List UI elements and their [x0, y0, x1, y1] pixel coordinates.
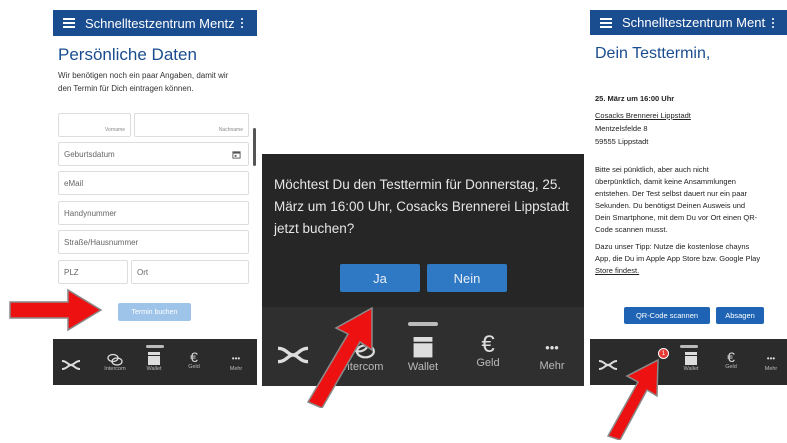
ort-placeholder: Ort: [137, 267, 149, 277]
tab-intercom-label: Intercom: [104, 366, 126, 372]
tab-wallet-label: Wallet: [683, 366, 699, 372]
euro-icon: €: [481, 331, 495, 358]
menu-icon[interactable]: [600, 17, 612, 28]
tab-geld-label: Geld: [476, 357, 500, 369]
euro-icon: €: [190, 349, 198, 365]
email-field[interactable]: eMail: [58, 171, 249, 195]
dialog-message: Möchtest Du den Testtermin für Donnersta…: [274, 177, 569, 236]
tip-line-3[interactable]: Store findest.: [595, 266, 639, 275]
intro-line-1: Wir benötigen noch ein paar Angaben, dam…: [58, 71, 229, 80]
more-horizontal-icon: •••: [231, 354, 241, 363]
more-horizontal-icon: •••: [766, 354, 776, 363]
tab-mehr-label: Mehr: [539, 360, 565, 372]
app-title: Schnelltestzentrum Mentz...: [85, 15, 235, 31]
wallet-icon: [148, 352, 160, 365]
tab-intercom[interactable]: Intercom: [97, 353, 133, 372]
tab-mehr[interactable]: ••• Mehr: [756, 354, 786, 373]
info-line-4: Sekunden. Du benötigst Deinen Ausweis un…: [595, 201, 746, 210]
chayns-logo-icon: [61, 360, 81, 370]
confirm-dialog: Möchtest Du den Testtermin für Donnersta…: [262, 154, 584, 307]
handynummer-field[interactable]: Handynummer: [58, 201, 249, 225]
nachname-field[interactable]: Nachname: [134, 113, 249, 137]
tip-line-1: Dazu unser Tipp: Nutze die kostenlose ch…: [595, 242, 750, 251]
arrow-up-right-icon: [606, 358, 659, 440]
vorname-label: Vorname: [104, 127, 125, 133]
more-horizontal-icon: •••: [545, 340, 559, 355]
absagen-button[interactable]: Absagen: [716, 307, 764, 324]
drag-handle[interactable]: [680, 345, 698, 348]
page-title: Dein Testtermin,: [595, 45, 711, 62]
ja-button[interactable]: Ja: [340, 264, 420, 292]
appointment-datetime: 25. März um 16:00 Uhr: [595, 94, 675, 103]
bottom-tab-bar: Intercom Wallet € Geld ••• Mehr: [53, 339, 257, 385]
arrow-up-right-icon: [306, 306, 373, 408]
qr-code-scannen-button[interactable]: QR-Code scannen: [624, 307, 710, 324]
info-line-2: überpünktlich, damit keine Ansammlungen: [595, 177, 736, 186]
scrollbar[interactable]: [253, 128, 256, 166]
app-title: Schnelltestzentrum Mentz...: [622, 15, 766, 30]
tab-wallet[interactable]: Wallet: [402, 337, 444, 373]
termin-buchen-button[interactable]: Termin buchen: [118, 303, 191, 321]
drag-handle[interactable]: [146, 345, 164, 348]
nachname-label: Nachname: [218, 127, 243, 133]
tab-mehr[interactable]: ••• Mehr: [221, 354, 251, 373]
location-link[interactable]: Cosacks Brennerei Lippstadt: [595, 111, 691, 120]
chat-bubbles-icon: [107, 353, 123, 366]
app-bar: Schnelltestzentrum Mentz...: [53, 10, 257, 36]
tab-home[interactable]: [59, 359, 83, 371]
tab-geld[interactable]: € Geld: [716, 350, 746, 370]
tip-line-2: App, die Du im Apple App Store bzw. Goog…: [595, 254, 761, 263]
strasse-field[interactable]: Straße/Hausnummer: [58, 230, 249, 254]
tab-geld[interactable]: € Geld: [468, 331, 508, 370]
info-line-1: Bitte sei pünktlich, aber auch nicht: [595, 165, 709, 174]
drag-handle[interactable]: [408, 322, 438, 326]
location-street: Mentzelsfelde 8: [595, 124, 648, 133]
screen-appointment: Schnelltestzentrum Mentz... Dein Testter…: [590, 10, 787, 385]
strasse-placeholder: Straße/Hausnummer: [64, 237, 139, 247]
tab-mehr[interactable]: ••• Mehr: [532, 341, 572, 372]
more-vertical-icon[interactable]: [766, 17, 780, 28]
app-bar: Schnelltestzentrum Mentz...: [590, 10, 787, 35]
tab-mehr-label: Mehr: [229, 366, 243, 372]
handynummer-placeholder: Handynummer: [64, 208, 117, 218]
calendar-icon[interactable]: [232, 150, 241, 159]
tab-mehr-label: Mehr: [764, 366, 778, 372]
tab-wallet[interactable]: Wallet: [676, 352, 706, 372]
arrow-right-icon: [9, 288, 103, 332]
intro-line-2: den Termin für Dich eintragen können.: [58, 84, 194, 93]
menu-icon[interactable]: [63, 18, 75, 28]
ort-field[interactable]: Ort: [131, 260, 249, 284]
plz-placeholder: PLZ: [64, 267, 79, 277]
tab-wallet[interactable]: Wallet: [139, 352, 169, 372]
info-line-6: Code scannen musst.: [595, 225, 668, 234]
geburtsdatum-placeholder: Geburtsdatum: [64, 149, 115, 159]
email-placeholder: eMail: [64, 178, 84, 188]
info-line-5: Dein Smartphone, mit dem Du vor Ort eine…: [595, 213, 758, 222]
wallet-icon: [685, 352, 697, 365]
plz-field[interactable]: PLZ: [58, 260, 128, 284]
tab-geld[interactable]: € Geld: [179, 350, 209, 370]
page-title: Persönliche Daten: [58, 45, 197, 64]
wallet-icon: [413, 337, 433, 358]
tab-wallet-label: Wallet: [146, 366, 162, 372]
more-vertical-icon[interactable]: [235, 18, 249, 28]
tab-wallet-label: Wallet: [407, 361, 439, 373]
geburtsdatum-field[interactable]: Geburtsdatum: [58, 142, 249, 166]
euro-icon: €: [727, 349, 735, 365]
location-city: 59555 Lippstadt: [595, 137, 649, 146]
info-line-3: entstehen. Der Test selbst dauert nur ei…: [595, 189, 748, 198]
tab-geld-label: Geld: [188, 364, 200, 370]
vorname-field[interactable]: Vorname: [58, 113, 131, 137]
nein-button[interactable]: Nein: [427, 264, 507, 292]
tab-geld-label: Geld: [725, 364, 737, 370]
